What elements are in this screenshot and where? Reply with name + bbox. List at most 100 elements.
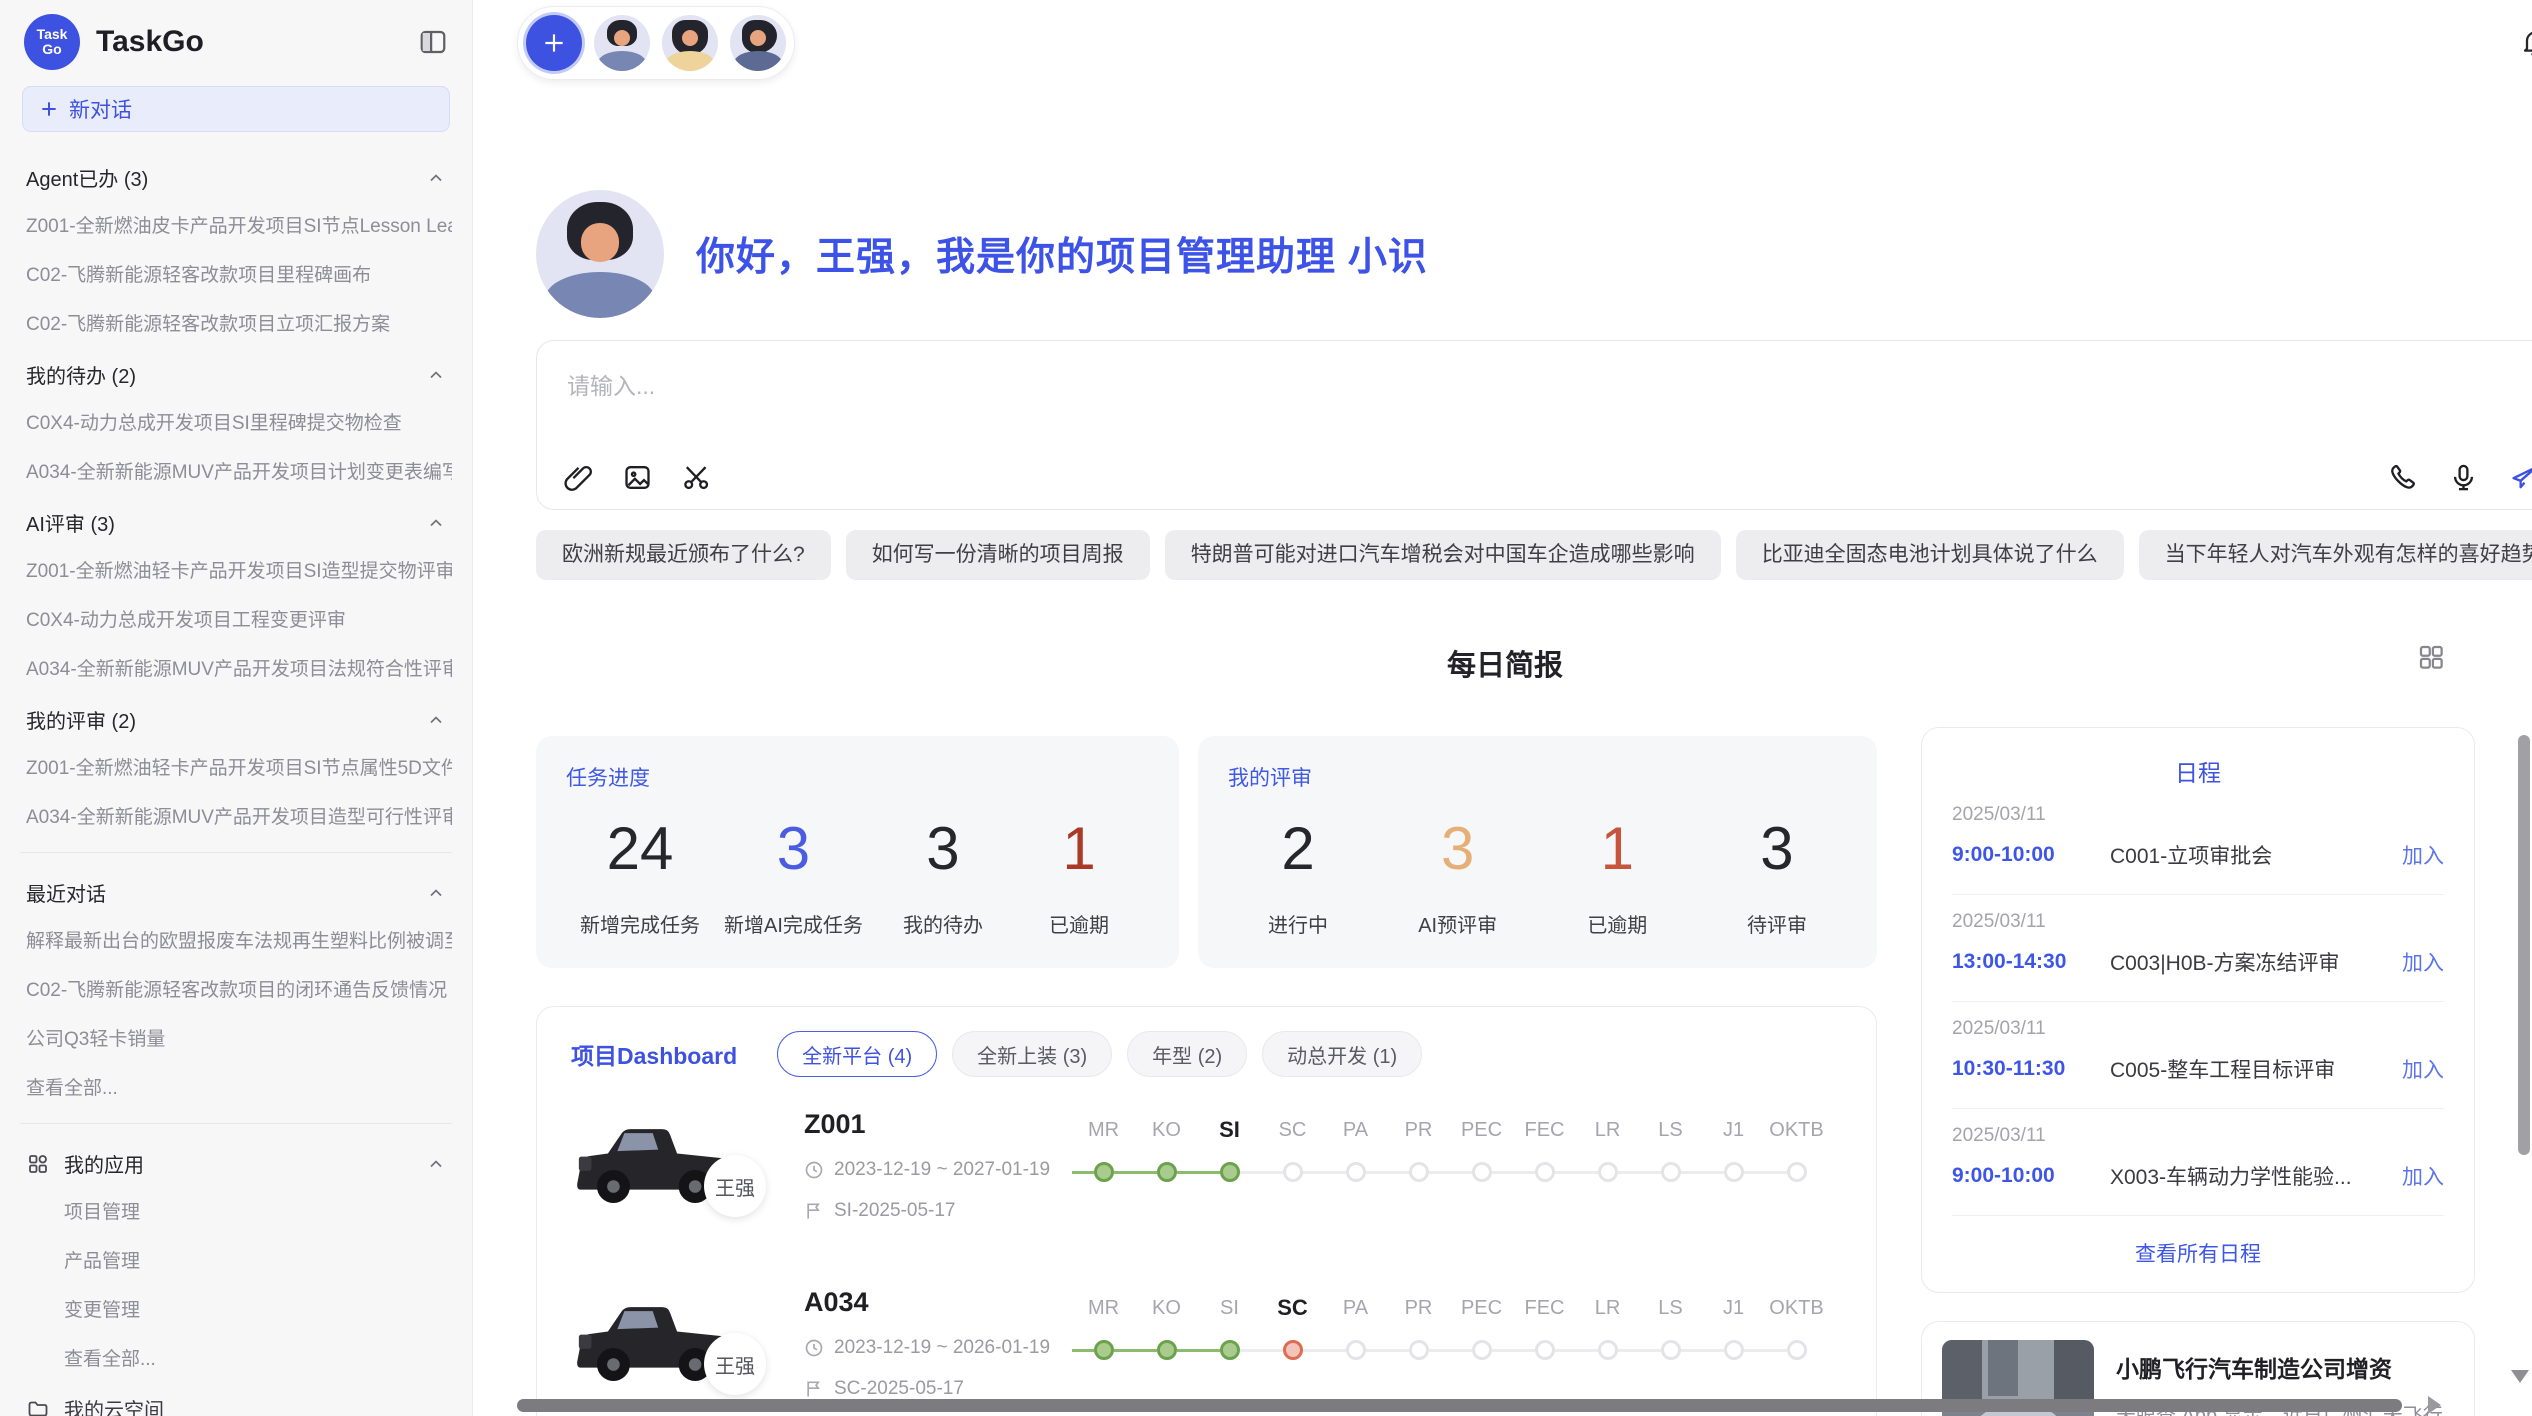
recent-chat-item[interactable]: 公司Q3轻卡销量 (20, 1013, 452, 1062)
suggestion-chip[interactable]: 特朗普可能对进口汽车增税会对中国车企造成哪些影响 (1165, 530, 1721, 580)
recent-view-all[interactable]: 查看全部... (20, 1062, 452, 1111)
recent-chat-item[interactable]: 解释最新出台的欧盟报废车法规再生塑料比例被调至15%... (20, 915, 452, 964)
project-date-range: 2023-12-19 ~ 2026-01-19 (834, 1337, 1050, 1359)
vertical-scrollbar[interactable] (2518, 735, 2530, 1155)
stat: 3 AI预评审 (1402, 814, 1514, 938)
milestone-stage: LS (1639, 1291, 1702, 1361)
sidebar-header: Task Go TaskGo (20, 10, 452, 80)
scroll-down-arrow-icon[interactable] (2511, 1370, 2529, 1392)
stat-label: 进行中 (1242, 909, 1354, 938)
dashboard-tab[interactable]: 全新上装 (3) (952, 1031, 1112, 1077)
stat-label: AI预评审 (1402, 909, 1514, 938)
sidebar-item-cloud-space[interactable]: 我的云空间 (20, 1382, 452, 1416)
stat: 3 待评审 (1721, 814, 1833, 938)
apps-grid-icon (26, 1152, 50, 1176)
milestone-dot (1472, 1340, 1492, 1360)
stat-label: 新增AI完成任务 (724, 909, 863, 938)
suggestion-chip[interactable]: 欧洲新规最近颁布了什么? (536, 530, 831, 580)
sidebar-section-apps: 我的应用 项目管理产品管理变更管理查看全部... (20, 1136, 452, 1382)
stat: 24 新增完成任务 (580, 814, 700, 938)
project-row[interactable]: 王强 A034 2023-12-19 ~ 2026-01-19 SC-2025-… (537, 1281, 1876, 1416)
milestone-label: LR (1576, 1291, 1639, 1325)
new-chat-button[interactable]: 新对话 (22, 86, 450, 132)
sidebar-task-item[interactable]: Z001-全新燃油皮卡产品开发项目SI节点Lesson Learn报告 (20, 200, 452, 249)
milestone-label: PEC (1450, 1113, 1513, 1147)
chevron-up-icon[interactable] (426, 883, 446, 903)
app-item[interactable]: 项目管理 (20, 1186, 452, 1235)
agent-avatar[interactable] (730, 15, 786, 71)
event-join-link[interactable]: 加入 (2402, 947, 2444, 977)
milestone-timeline: MRKOSISCPAPRPECFECLRLSJ1OKTB (1072, 1103, 1842, 1183)
chevron-up-icon[interactable] (426, 513, 446, 533)
milestone-stage: PEC (1450, 1291, 1513, 1361)
sidebar-task-item[interactable]: Z001-全新燃油轻卡产品开发项目SI造型提交物评审 (20, 545, 452, 594)
grid-icon[interactable] (2416, 642, 2446, 672)
dashboard-tab[interactable]: 全新平台 (4) (777, 1031, 937, 1077)
agent-avatar[interactable] (594, 15, 650, 71)
composer-input[interactable] (537, 341, 2532, 441)
horizontal-scrollbar[interactable] (517, 1399, 2402, 1412)
project-date-range: 2023-12-19 ~ 2027-01-19 (834, 1159, 1050, 1181)
sidebar-task-item[interactable]: C02-飞腾新能源轻客改款项目立项汇报方案 (20, 298, 452, 347)
dashboard-tab[interactable]: 动总开发 (1) (1262, 1031, 1422, 1077)
schedule-view-all-link[interactable]: 查看所有日程 (1952, 1216, 2444, 1274)
section-header[interactable]: 我的评审 (2) (20, 692, 452, 742)
add-agent-button[interactable] (526, 15, 582, 71)
scissors-icon[interactable] (681, 462, 712, 493)
milestone-dot (1661, 1162, 1681, 1182)
stat: 3 我的待办 (887, 814, 999, 938)
event-join-link[interactable]: 加入 (2402, 1054, 2444, 1084)
milestone-stage: SI (1198, 1291, 1261, 1361)
plus-icon (39, 99, 59, 119)
milestone-dot (1598, 1162, 1618, 1182)
event-join-link[interactable]: 加入 (2402, 1161, 2444, 1191)
section-header[interactable]: 我的应用 (20, 1136, 452, 1186)
stat: 1 已逾期 (1023, 814, 1135, 938)
composer-tools-left (563, 462, 712, 493)
sidebar-task-item[interactable]: C0X4-动力总成开发项目工程变更评审 (20, 594, 452, 643)
suggestion-chip[interactable]: 如何写一份清晰的项目周报 (846, 530, 1150, 580)
milestone-timeline: MRKOSISCPAPRPECFECLRLSJ1OKTB (1072, 1281, 1842, 1361)
stat-label: 已逾期 (1023, 909, 1135, 938)
section-header[interactable]: AI评审 (3) (20, 495, 452, 545)
milestone-stage: MR (1072, 1113, 1135, 1183)
app-item[interactable]: 产品管理 (20, 1235, 452, 1284)
milestone-stage: PA (1324, 1291, 1387, 1361)
sidebar-task-item[interactable]: C02-飞腾新能源轻客改款项目里程碑画布 (20, 249, 452, 298)
milestone-stage: MR (1072, 1291, 1135, 1361)
scroll-right-arrow-icon[interactable] (2428, 1396, 2450, 1414)
recent-chat-item[interactable]: C02-飞腾新能源轻客改款项目的闭环通告反馈情况 (20, 964, 452, 1013)
app-item[interactable]: 查看全部... (20, 1333, 452, 1382)
sidebar-task-item[interactable]: A034-全新新能源MUV产品开发项目造型可行性评审 (20, 791, 452, 840)
mic-icon[interactable] (2448, 462, 2479, 493)
section-header[interactable]: Agent已办 (3) (20, 150, 452, 200)
event-join-link[interactable]: 加入 (2402, 840, 2444, 870)
sidebar-task-item[interactable]: A034-全新新能源MUV产品开发项目计划变更表编写 (20, 446, 452, 495)
paperclip-icon[interactable] (563, 462, 594, 493)
image-icon[interactable] (622, 462, 653, 493)
agent-avatar[interactable] (662, 15, 718, 71)
chevron-up-icon[interactable] (426, 710, 446, 730)
phone-icon[interactable] (2387, 462, 2418, 493)
milestone-label: MR (1072, 1113, 1135, 1147)
section-header[interactable]: 我的待办 (2) (20, 347, 452, 397)
owner-badge: 王强 (704, 1333, 766, 1395)
milestone-label: LR (1576, 1113, 1639, 1147)
dashboard-tab[interactable]: 年型 (2) (1127, 1031, 1247, 1077)
sidebar-task-item[interactable]: C0X4-动力总成开发项目SI里程碑提交物检查 (20, 397, 452, 446)
bell-icon[interactable] (2519, 26, 2532, 58)
sidebar-task-item[interactable]: Z001-全新燃油轻卡产品开发项目SI节点属性5D文件评审 (20, 742, 452, 791)
app-item[interactable]: 变更管理 (20, 1284, 452, 1333)
project-row[interactable]: 王强 Z001 2023-12-19 ~ 2027-01-19 SI-2025-… (537, 1103, 1876, 1255)
sidebar-task-item[interactable]: A034-全新新能源MUV产品开发项目法规符合性评审 (20, 643, 452, 692)
suggestion-chip[interactable]: 比亚迪全固态电池计划具体说了什么 (1736, 530, 2124, 580)
suggestion-chip[interactable]: 当下年轻人对汽车外观有怎样的喜好趋势 (2139, 530, 2532, 580)
chevron-up-icon[interactable] (426, 365, 446, 385)
assistant-avatar (536, 190, 664, 318)
stat-label: 待评审 (1721, 909, 1833, 938)
chevron-up-icon[interactable] (426, 1154, 446, 1174)
section-header[interactable]: 最近对话 (20, 865, 452, 915)
panel-collapse-icon[interactable] (418, 27, 448, 57)
send-icon[interactable] (2509, 462, 2532, 493)
chevron-up-icon[interactable] (426, 168, 446, 188)
